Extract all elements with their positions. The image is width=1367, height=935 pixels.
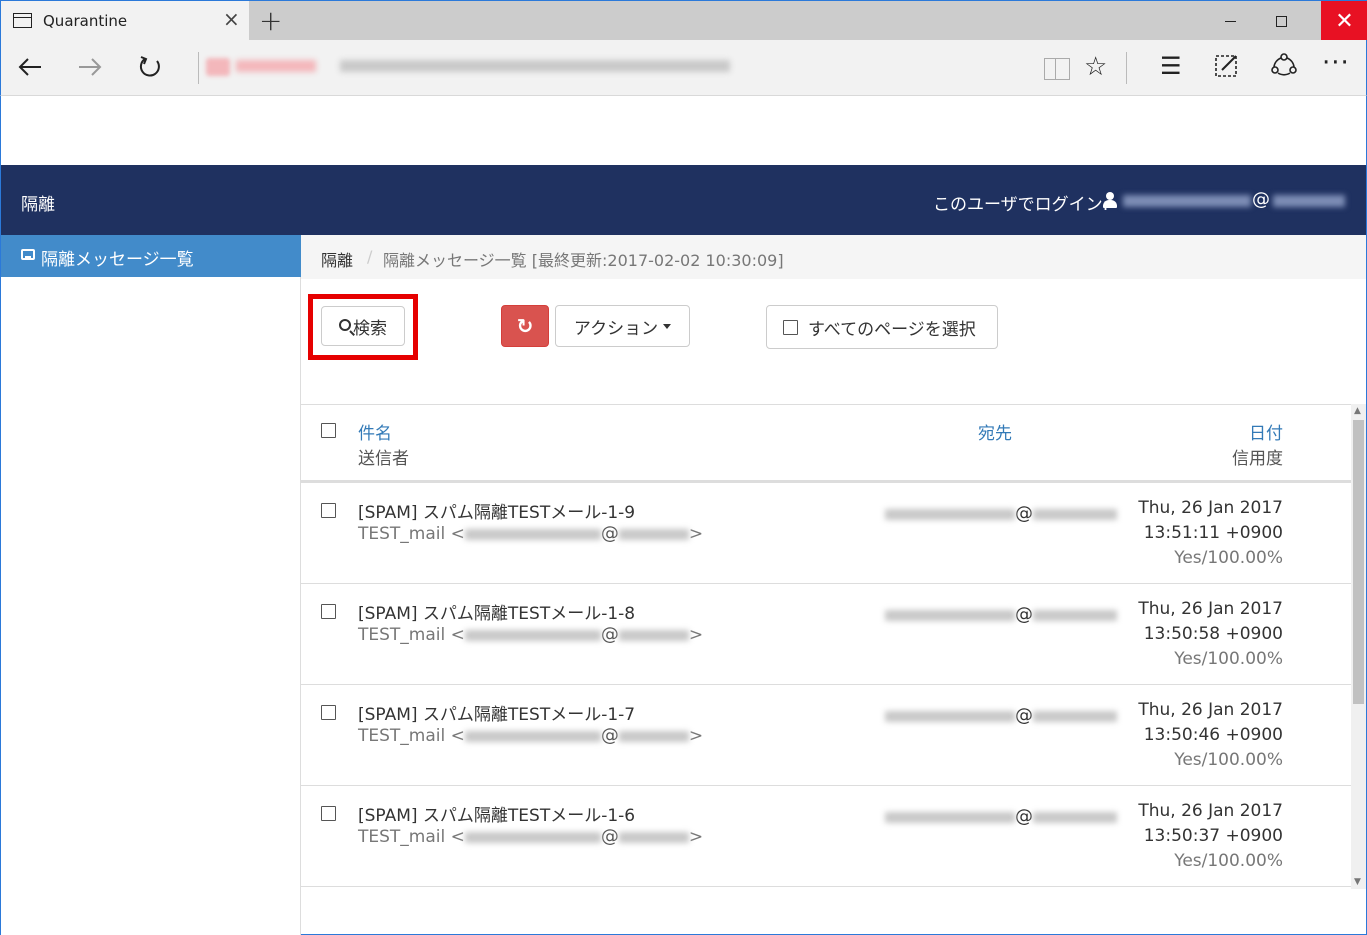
- caret-down-icon: [663, 323, 672, 329]
- row-subject[interactable]: [SPAM] スパム隔離TESTメール-1-6: [358, 801, 635, 826]
- share-icon[interactable]: [1270, 52, 1298, 84]
- row-sender: TEST_mail < @ >: [358, 826, 704, 847]
- browser-tab-bar: Quarantine × + ✕: [0, 0, 1367, 41]
- row-subject[interactable]: [SPAM] スパム隔離TESTメール-1-9: [358, 498, 635, 523]
- scroll-thumb[interactable]: [1353, 420, 1364, 704]
- row-time: 13:51:11 +0900: [1143, 523, 1283, 543]
- breadcrumb: 隔離 / 隔離メッセージ一覧 [最終更新:2017-02-02 10:30:09…: [301, 235, 1366, 279]
- row-subject[interactable]: [SPAM] スパム隔離TESTメール-1-8: [358, 599, 635, 624]
- row-score: Yes/100.00%: [1174, 649, 1283, 669]
- favorite-star-icon[interactable]: ☆: [1084, 52, 1107, 82]
- row-recipient: @: [885, 503, 1117, 524]
- page-icon: [13, 13, 32, 28]
- browser-tab[interactable]: Quarantine ×: [1, 1, 249, 41]
- login-label: このユーザでログイン:: [933, 195, 1109, 215]
- user-name-redacted: [1123, 195, 1251, 207]
- select-all-pages-checkbox[interactable]: [783, 319, 798, 335]
- row-sender: TEST_mail < @ >: [358, 624, 704, 645]
- table-row[interactable]: [SPAM] スパム隔離TESTメール-1-9 TEST_mail < @ > @ …: [301, 483, 1351, 584]
- select-all-pages-label: すべてのページを選択: [808, 319, 976, 340]
- refresh-icon[interactable]: [133, 50, 167, 84]
- action-button-label: アクション: [573, 318, 659, 339]
- web-note-icon[interactable]: [1214, 52, 1240, 84]
- column-header-to[interactable]: 宛先: [978, 419, 1012, 444]
- row-date: Thu, 26 Jan 2017: [1138, 498, 1283, 518]
- message-table: 件名 送信者 宛先 日付 信用度 [SPAM] スパム隔離TESTメール-1-9…: [301, 404, 1351, 889]
- select-all-pages-button[interactable]: すべてのページを選択: [766, 305, 998, 349]
- row-checkbox[interactable]: [321, 806, 336, 821]
- row-checkbox[interactable]: [321, 705, 336, 720]
- sidebar-item-label: 隔離メッセージ一覧: [41, 250, 194, 270]
- back-icon[interactable]: [13, 50, 47, 84]
- tab-close-icon[interactable]: ×: [223, 9, 240, 29]
- minimize-icon[interactable]: [1207, 1, 1253, 41]
- certificate-warning-icon: [206, 58, 230, 76]
- inbox-icon: [21, 249, 35, 260]
- row-checkbox[interactable]: [321, 503, 336, 518]
- scroll-up-icon[interactable]: ▲: [1354, 406, 1361, 416]
- user-icon: [1102, 192, 1118, 208]
- table-scrollbar[interactable]: ▲ ▼: [1351, 404, 1366, 889]
- scroll-down-icon[interactable]: ▼: [1354, 877, 1361, 887]
- row-date: Thu, 26 Jan 2017: [1138, 801, 1283, 821]
- row-date: Thu, 26 Jan 2017: [1138, 700, 1283, 720]
- action-dropdown-button[interactable]: アクション: [555, 305, 690, 347]
- search-button[interactable]: 検索: [321, 306, 405, 346]
- table-row[interactable]: [SPAM] スパム隔離TESTメール-1-7 TEST_mail < @ > @ …: [301, 685, 1351, 786]
- forward-icon[interactable]: [73, 50, 107, 84]
- row-recipient: @: [885, 806, 1117, 827]
- page-viewport: 隔離 このユーザでログイン: @ 隔離メッセージ一覧 隔離 / 隔離メッセージ一…: [0, 96, 1367, 935]
- tab-title: Quarantine: [43, 12, 128, 30]
- row-time: 13:50:37 +0900: [1143, 826, 1283, 846]
- column-header-score: 信用度: [1232, 449, 1283, 469]
- column-header-date[interactable]: 日付: [1249, 419, 1283, 444]
- app-title[interactable]: 隔離: [21, 190, 55, 215]
- sidebar-item-quarantine-list[interactable]: 隔離メッセージ一覧: [1, 235, 301, 277]
- reading-view-icon[interactable]: [1044, 58, 1070, 80]
- window-close-icon[interactable]: ✕: [1321, 1, 1367, 41]
- row-score: Yes/100.00%: [1174, 851, 1283, 871]
- refresh-button[interactable]: ↻: [501, 305, 549, 347]
- user-at-sign: @: [1252, 189, 1270, 210]
- row-recipient: @: [885, 705, 1117, 726]
- row-checkbox[interactable]: [321, 604, 336, 619]
- sidebar: 隔離メッセージ一覧: [1, 235, 301, 935]
- refresh-arrows-icon: ↻: [516, 314, 534, 338]
- row-sender: TEST_mail < @ >: [358, 523, 704, 544]
- column-header-sender: 送信者: [358, 449, 409, 469]
- row-score: Yes/100.00%: [1174, 750, 1283, 770]
- search-icon: [339, 319, 351, 331]
- row-sender: TEST_mail < @ >: [358, 725, 704, 746]
- select-all-checkbox[interactable]: [321, 423, 336, 438]
- url-text: [340, 60, 730, 72]
- breadcrumb-separator: /: [367, 247, 373, 266]
- hub-icon[interactable]: ☰: [1160, 52, 1182, 80]
- app-header: 隔離 このユーザでログイン: @: [1, 165, 1366, 235]
- column-header-subject[interactable]: 件名: [358, 419, 392, 444]
- maximize-icon[interactable]: [1258, 1, 1304, 41]
- row-date: Thu, 26 Jan 2017: [1138, 599, 1283, 619]
- table-header: 件名 送信者 宛先 日付 信用度: [301, 405, 1351, 483]
- certificate-warning-text: [236, 60, 316, 72]
- row-score: Yes/100.00%: [1174, 548, 1283, 568]
- table-row[interactable]: [SPAM] スパム隔離TESTメール-1-8 TEST_mail < @ > @ …: [301, 584, 1351, 685]
- breadcrumb-home[interactable]: 隔離: [321, 247, 353, 271]
- row-subject[interactable]: [SPAM] スパム隔離TESTメール-1-7: [358, 700, 635, 725]
- row-time: 13:50:46 +0900: [1143, 725, 1283, 745]
- table-row[interactable]: [SPAM] スパム隔離TESTメール-1-6 TEST_mail < @ > @ …: [301, 786, 1351, 887]
- row-recipient: @: [885, 604, 1117, 625]
- new-tab-icon[interactable]: +: [259, 5, 282, 37]
- more-icon[interactable]: ···: [1322, 48, 1350, 78]
- address-bar[interactable]: [206, 56, 730, 78]
- user-domain-redacted: [1273, 195, 1345, 207]
- breadcrumb-current: 隔離メッセージ一覧 [最終更新:2017-02-02 10:30:09]: [383, 251, 784, 270]
- search-button-label: 検索: [353, 318, 387, 339]
- row-time: 13:50:58 +0900: [1143, 624, 1283, 644]
